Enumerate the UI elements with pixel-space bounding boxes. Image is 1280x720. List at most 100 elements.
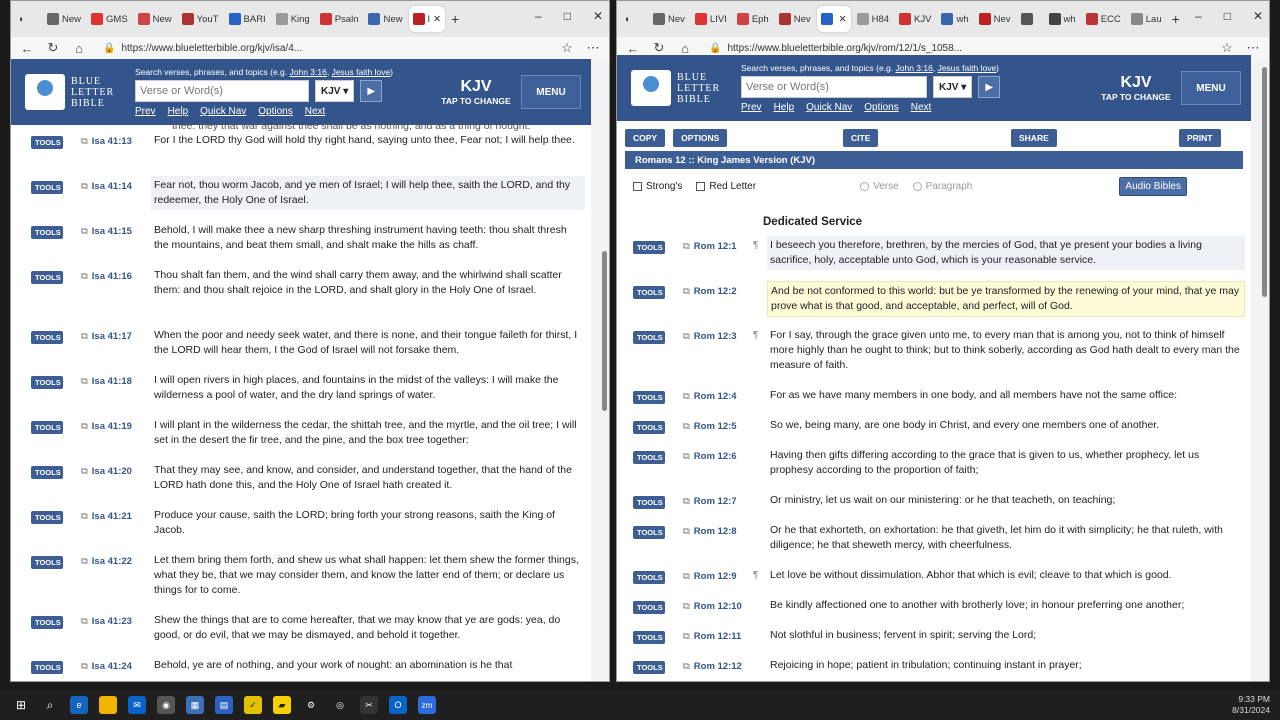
verse-reference[interactable]: ⧉ Isa 41:13 [81,136,151,147]
copy-verse-icon[interactable]: ⧉ [683,526,690,537]
browser-tab[interactable]: H84 [853,6,893,32]
browser-tab[interactable]: I ✕ [408,6,446,32]
browser-tab[interactable]: Psaln [316,6,363,32]
quicknav-link[interactable]: Quick Nav [200,106,246,117]
browser-tab[interactable]: King [272,6,314,32]
browser-tab[interactable]: Eph [733,6,773,32]
verse-reference[interactable]: ⧉ Rom 12:8 [683,526,753,537]
tools-button[interactable]: TOOLS [31,616,63,629]
version-select[interactable]: KJV ▾ [315,80,355,102]
browser-tab[interactable]: ECC [1082,6,1125,32]
minimize-icon[interactable]: – [1195,9,1202,23]
tools-button[interactable]: TOOLS [31,556,63,569]
copy-verse-icon[interactable]: ⧉ [81,466,88,477]
copy-verse-icon[interactable]: ⧉ [683,451,690,462]
copy-verse-icon[interactable]: ⧉ [683,421,690,432]
tools-button[interactable]: TOOLS [31,511,63,524]
file-explorer-icon[interactable] [99,696,117,714]
browser-tab[interactable]: Lau [1127,6,1166,32]
copy-verse-icon[interactable]: ⧉ [683,496,690,507]
verse-reference[interactable]: ⧉ Rom 12:10 [683,601,753,612]
menu-button[interactable]: MENU [1181,71,1241,105]
outlook-icon[interactable]: O [389,696,407,714]
options-button[interactable]: OPTIONS [673,129,728,147]
copy-verse-icon[interactable]: ⧉ [683,631,690,642]
print-button[interactable]: PRINT [1179,129,1221,147]
paragraph-option[interactable]: Paragraph [912,181,972,192]
verse-reference[interactable]: ⧉ Isa 41:15 [81,226,151,237]
copy-verse-icon[interactable]: ⧉ [81,181,88,192]
tools-button[interactable]: TOOLS [31,376,63,389]
copy-verse-icon[interactable]: ⧉ [683,286,690,297]
tools-button[interactable]: TOOLS [31,271,63,284]
close-tab-icon[interactable]: ✕ [433,14,441,25]
verse-reference[interactable]: ⧉ Isa 41:24 [81,661,151,672]
browser-tab[interactable]: Nev [649,6,689,32]
browser-tab[interactable]: New [134,6,176,32]
redletter-option[interactable]: Red Letter [696,181,756,192]
windows-start-icon[interactable]: ⊞ [12,696,30,714]
copy-verse-icon[interactable]: ⧉ [683,571,690,582]
minimize-icon[interactable]: – [535,9,542,23]
tools-button[interactable]: TOOLS [31,466,63,479]
more-icon[interactable]: ⋯ [585,40,601,56]
tools-button[interactable]: TOOLS [31,181,63,194]
prev-link[interactable]: Prev [741,102,762,113]
more-icon[interactable]: ⋯ [1245,40,1261,56]
tools-button[interactable]: TOOLS [31,331,63,344]
verse-reference[interactable]: ⧉ Rom 12:12 [683,661,753,672]
browser-tab[interactable]: LIVI [691,6,731,32]
paragraph-radio[interactable] [912,181,922,191]
tools-button[interactable]: TOOLS [633,421,665,434]
share-button[interactable]: SHARE [1011,129,1057,147]
new-tab-button[interactable]: + [1168,6,1194,32]
refresh-icon[interactable]: ↻ [651,40,667,56]
verse-reference[interactable]: ⧉ Isa 41:21 [81,511,151,522]
verse-reference[interactable]: ⧉ Isa 41:14 [81,181,151,192]
options-link[interactable]: Options [864,102,898,113]
browser-tab[interactable] [1017,6,1043,32]
copy-verse-icon[interactable]: ⧉ [683,391,690,402]
verse-reference[interactable]: ⧉ Isa 41:16 [81,271,151,282]
browser-tab[interactable]: KJV [895,6,935,32]
tools-button[interactable]: TOOLS [633,451,665,464]
tools-button[interactable]: TOOLS [31,421,63,434]
tools-button[interactable]: TOOLS [633,601,665,614]
favorite-icon[interactable]: ☆ [559,40,575,56]
zoom-icon[interactable]: zm [418,696,436,714]
verse-reference[interactable]: ⧉ Rom 12:11 [683,631,753,642]
sticky-notes-icon[interactable]: ▰ [273,696,291,714]
redletter-checkbox[interactable] [696,181,706,191]
search-go-button[interactable]: ▶ [360,80,383,102]
copy-verse-icon[interactable]: ⧉ [81,511,88,522]
new-tab-button[interactable]: + [447,6,473,32]
tools-button[interactable]: TOOLS [31,226,63,239]
tools-button[interactable]: TOOLS [633,496,665,509]
capcut-icon[interactable]: ✂ [360,696,378,714]
tools-button[interactable]: TOOLS [633,571,665,584]
audio-bibles-button[interactable]: Audio Bibles [1119,177,1187,196]
options-link[interactable]: Options [258,106,292,117]
tools-button[interactable]: TOOLS [633,241,665,254]
verse-reference[interactable]: ⧉ Rom 12:1 [683,241,753,252]
strongs-option[interactable]: Strong's [633,181,682,192]
tools-button[interactable]: TOOLS [633,286,665,299]
menu-button[interactable]: MENU [521,75,581,109]
kjv-change[interactable]: KJV TAP TO CHANGE [431,78,521,106]
verse-reference[interactable]: ⧉ Rom 12:3 [683,331,753,342]
verse-radio[interactable] [860,181,870,191]
browser-tab[interactable]: New [364,6,406,32]
calculator-icon[interactable]: ▦ [186,696,204,714]
verse-reference[interactable]: ⧉ Rom 12:9 [683,571,753,582]
home-icon[interactable]: ⌂ [71,41,87,56]
tools-button[interactable]: TOOLS [633,631,665,644]
refresh-icon[interactable]: ↻ [45,40,61,56]
verse-reference[interactable]: ⧉ Rom 12:5 [683,421,753,432]
strongs-checkbox[interactable] [633,181,642,191]
close-tab-icon[interactable]: ✕ [839,14,847,25]
search-icon[interactable]: ⌕ [41,696,59,714]
copy-verse-icon[interactable]: ⧉ [81,376,88,387]
left-scrollbar[interactable] [602,251,607,411]
browser-tab[interactable]: ✕ [816,6,851,32]
tools-button[interactable]: TOOLS [31,136,63,149]
